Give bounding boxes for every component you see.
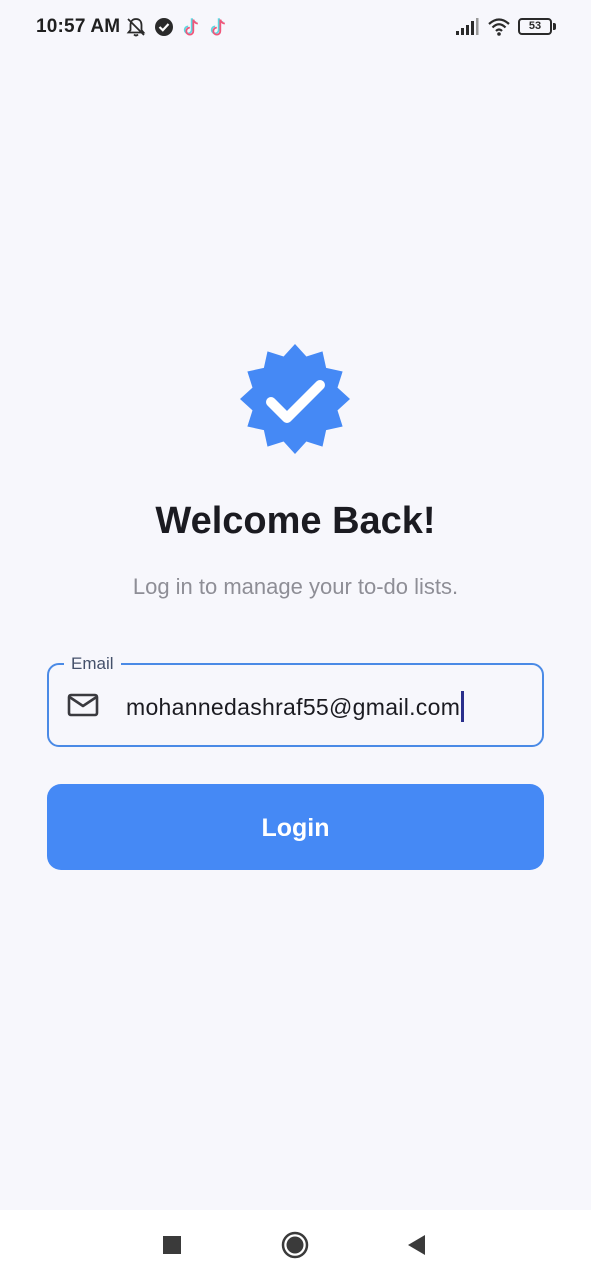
page-subtitle: Log in to manage your to-do lists. bbox=[132, 574, 459, 599]
battery-icon: 53 bbox=[518, 18, 552, 35]
battery-nub bbox=[553, 23, 556, 30]
email-input-value: mohannedashraf55@gmail.com bbox=[126, 694, 461, 720]
email-field-label: Email bbox=[64, 654, 121, 674]
signal-icon bbox=[456, 18, 479, 35]
tiktok-icon bbox=[183, 18, 198, 36]
check-circle-icon bbox=[155, 18, 173, 36]
mute-bell-icon bbox=[126, 18, 146, 37]
login-button[interactable]: Login bbox=[47, 784, 544, 870]
tiktok-icon bbox=[210, 18, 225, 36]
status-bar: 10:57 AM 53 bbox=[0, 0, 591, 56]
navigation-bar bbox=[0, 1210, 591, 1280]
email-input[interactable]: mohannedashraf55@gmail.com bbox=[126, 691, 464, 722]
page-title: Welcome Back! bbox=[155, 500, 436, 542]
back-triangle-icon[interactable] bbox=[401, 1230, 431, 1260]
status-time: 10:57 AM bbox=[36, 16, 121, 37]
verified-badge-icon bbox=[240, 344, 350, 454]
wifi-icon bbox=[488, 18, 510, 36]
text-cursor bbox=[461, 691, 464, 722]
home-circle-icon[interactable] bbox=[280, 1230, 310, 1260]
mail-icon bbox=[67, 693, 99, 717]
recents-square-icon[interactable] bbox=[157, 1230, 187, 1260]
battery-level: 53 bbox=[528, 20, 542, 32]
